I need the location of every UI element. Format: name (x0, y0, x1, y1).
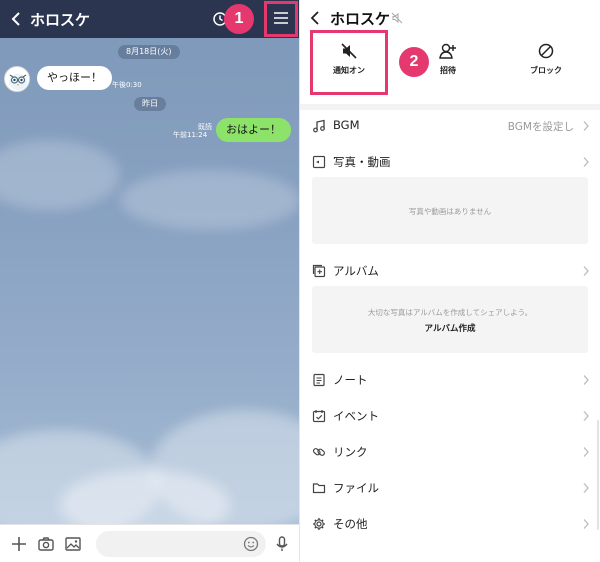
plus-icon[interactable] (10, 535, 28, 553)
chevron-right-icon (583, 375, 589, 385)
chevron-right-icon (583, 519, 589, 529)
chevron-right-icon (583, 447, 589, 457)
muted-indicator-icon (391, 12, 403, 24)
album-hint-text: 大切な写真はアルバムを作成してシェアしよう。 (367, 308, 533, 317)
row-label: ファイル (333, 481, 379, 495)
scrollbar[interactable] (597, 420, 599, 530)
invite-button[interactable]: 招待 (418, 42, 478, 86)
add-friend-icon (439, 43, 456, 59)
folder-icon (312, 483, 326, 494)
row-label: その他 (333, 517, 368, 531)
emoji-icon[interactable] (243, 536, 259, 552)
row-label: 写真・動画 (333, 155, 391, 169)
owl-avatar-icon (9, 74, 27, 90)
block-button[interactable]: ブロック (516, 42, 576, 86)
settings-title: ホロスケ (330, 10, 391, 28)
chat-header: ホロスケ (0, 0, 299, 38)
chevron-right-icon (583, 266, 589, 276)
action-label: ブロック (530, 66, 562, 75)
sky-cloud (120, 170, 299, 230)
back-arrow-icon[interactable] (8, 9, 26, 29)
gear-icon (313, 518, 325, 530)
chevron-right-icon (583, 157, 589, 167)
setting-row-album[interactable]: アルバム (300, 257, 600, 285)
outgoing-message[interactable]: おはよー！ (216, 118, 291, 142)
photo-icon (312, 155, 326, 169)
setting-row-event[interactable]: イベント (300, 402, 600, 430)
music-note-icon (313, 119, 325, 133)
message-time: 午前11:24 (173, 131, 208, 139)
incoming-message[interactable]: やっほー！ (37, 66, 112, 90)
chat-screen: ホロスケ 1 8月18日(火) やっほー！ 午後0:30 昨日 既読 午前11:… (0, 0, 299, 562)
album-promo-panel: 大切な写真はアルバムを作成してシェアしよう。 アルバム作成 (312, 286, 588, 353)
row-value: BGMを設定し (507, 121, 574, 133)
event-icon (312, 410, 326, 423)
notification-on-button[interactable]: 通知オン (319, 42, 379, 86)
action-label: 通知オン (333, 66, 365, 75)
setting-row-other[interactable]: その他 (300, 510, 600, 538)
date-separator: 昨日 (134, 97, 166, 111)
chevron-right-icon (583, 121, 589, 131)
row-label: BGM (333, 118, 360, 132)
chevron-right-icon (583, 411, 589, 421)
message-time: 午後0:30 (112, 81, 142, 89)
chevron-right-icon (583, 483, 589, 493)
row-label: リンク (333, 445, 368, 459)
sky-cloud (0, 140, 120, 210)
note-icon (313, 373, 325, 387)
mute-icon (341, 43, 357, 59)
message-input[interactable] (96, 531, 266, 557)
chat-settings-screen: ホロスケ 通知オン 2 招待 ブロック BGM BGMを設定し 写真・動画 写真… (300, 0, 600, 562)
row-label: イベント (333, 409, 379, 423)
row-label: アルバム (333, 264, 379, 278)
row-label: ノート (333, 373, 368, 387)
create-album-link[interactable]: アルバム作成 (312, 322, 588, 334)
album-icon (312, 264, 326, 278)
setting-row-bgm[interactable]: BGM BGMを設定し (300, 112, 600, 140)
photos-empty-panel: 写真や動画はありません (312, 177, 588, 244)
section-separator (300, 104, 600, 110)
chat-input-bar (0, 524, 299, 562)
image-icon[interactable] (64, 535, 82, 553)
date-separator: 8月18日(火) (118, 45, 180, 59)
step-badge-1: 1 (224, 4, 254, 34)
link-icon (312, 448, 325, 456)
setting-row-file[interactable]: ファイル (300, 474, 600, 502)
setting-row-link[interactable]: リンク (300, 438, 600, 466)
mic-icon[interactable] (273, 535, 291, 553)
avatar[interactable] (4, 66, 30, 92)
photos-empty-text: 写真や動画はありません (408, 207, 492, 216)
back-arrow-icon[interactable] (308, 9, 324, 27)
setting-row-note[interactable]: ノート (300, 366, 600, 394)
chat-title: ホロスケ (30, 11, 91, 29)
action-label: 招待 (440, 66, 456, 75)
camera-icon[interactable] (37, 535, 55, 553)
setting-row-photos[interactable]: 写真・動画 (300, 148, 600, 176)
menu-icon[interactable] (272, 11, 290, 25)
block-icon (538, 43, 554, 59)
